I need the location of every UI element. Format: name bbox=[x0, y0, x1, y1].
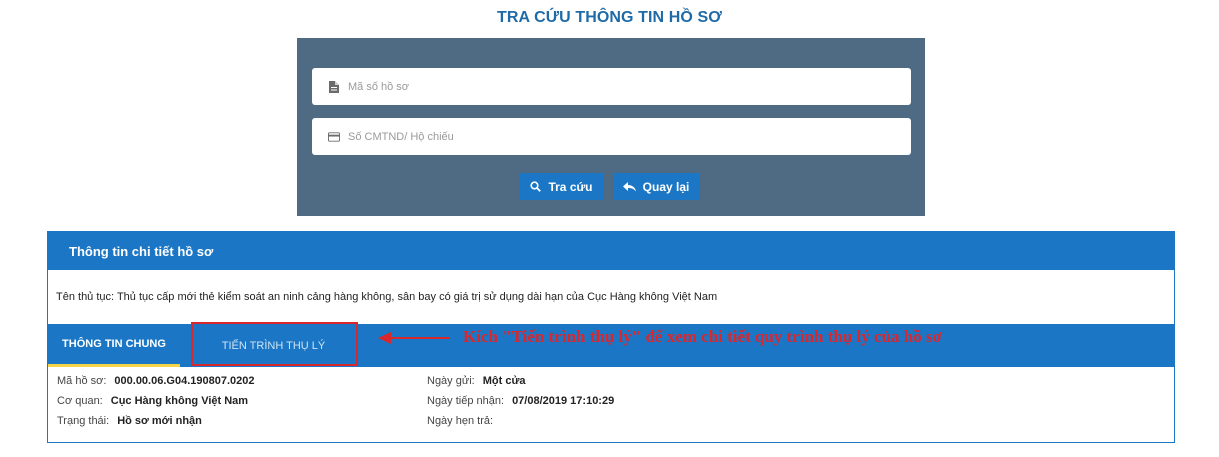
info-grid: Mã hồ sơ: 000.00.06.G04.190807.0202 Cơ q… bbox=[48, 367, 1174, 444]
id-number-input[interactable] bbox=[348, 130, 888, 143]
agency-label: Cơ quan: bbox=[57, 395, 103, 407]
back-button[interactable]: Quay lại bbox=[613, 173, 699, 200]
status-label: Trạng thái: bbox=[57, 415, 110, 427]
procedure-name: Tên thủ tục: Thủ tục cấp mới thẻ kiểm so… bbox=[56, 291, 718, 303]
sent-date-value: Một cửa bbox=[482, 375, 526, 387]
record-number-value: 000.00.06.G04.190807.0202 bbox=[114, 375, 255, 387]
id-number-field[interactable] bbox=[312, 118, 911, 155]
back-button-label: Quay lại bbox=[642, 179, 690, 194]
due-date-row: Ngày hẹn trả: bbox=[427, 415, 501, 427]
search-panel: Tra cứu Quay lại bbox=[297, 38, 925, 216]
instruction-annotation: Kích "Tiến trình thụ lý" để xem chi tiết… bbox=[463, 327, 943, 346]
search-icon bbox=[530, 181, 542, 192]
agency-value: Cục Hàng không Việt Nam bbox=[110, 395, 249, 407]
record-number-input[interactable] bbox=[348, 80, 888, 93]
record-number-field[interactable] bbox=[312, 68, 911, 105]
tab-general-info[interactable]: THÔNG TIN CHUNG bbox=[48, 324, 180, 367]
file-icon bbox=[328, 80, 340, 93]
tab-highlight-box bbox=[191, 322, 358, 366]
reply-arrow-icon bbox=[622, 181, 636, 191]
received-date-value: 07/08/2019 17:10:29 bbox=[512, 395, 615, 407]
id-card-icon bbox=[328, 131, 340, 143]
record-number-label: Mã hồ sơ: bbox=[57, 375, 107, 387]
page-title: TRA CỨU THÔNG TIN HỒ SƠ bbox=[496, 9, 723, 26]
received-date-row: Ngày tiếp nhận: 07/08/2019 17:10:29 bbox=[427, 395, 614, 407]
search-button-label: Tra cứu bbox=[548, 179, 593, 194]
arrow-left-icon bbox=[378, 332, 450, 344]
search-button[interactable]: Tra cứu bbox=[520, 173, 603, 200]
sent-date-label: Ngày gửi: bbox=[427, 375, 475, 387]
detail-header: Thông tin chi tiết hồ sơ bbox=[48, 232, 1174, 270]
status-row: Trạng thái: Hồ sơ mới nhận bbox=[57, 415, 202, 427]
sent-date-row: Ngày gửi: Một cửa bbox=[427, 375, 526, 387]
agency-row: Cơ quan: Cục Hàng không Việt Nam bbox=[57, 395, 248, 407]
status-value: Hồ sơ mới nhận bbox=[117, 415, 202, 427]
record-number-row: Mã hồ sơ: 000.00.06.G04.190807.0202 bbox=[57, 375, 254, 387]
due-date-label: Ngày hẹn trả: bbox=[427, 415, 494, 427]
received-date-label: Ngày tiếp nhận: bbox=[427, 395, 505, 407]
